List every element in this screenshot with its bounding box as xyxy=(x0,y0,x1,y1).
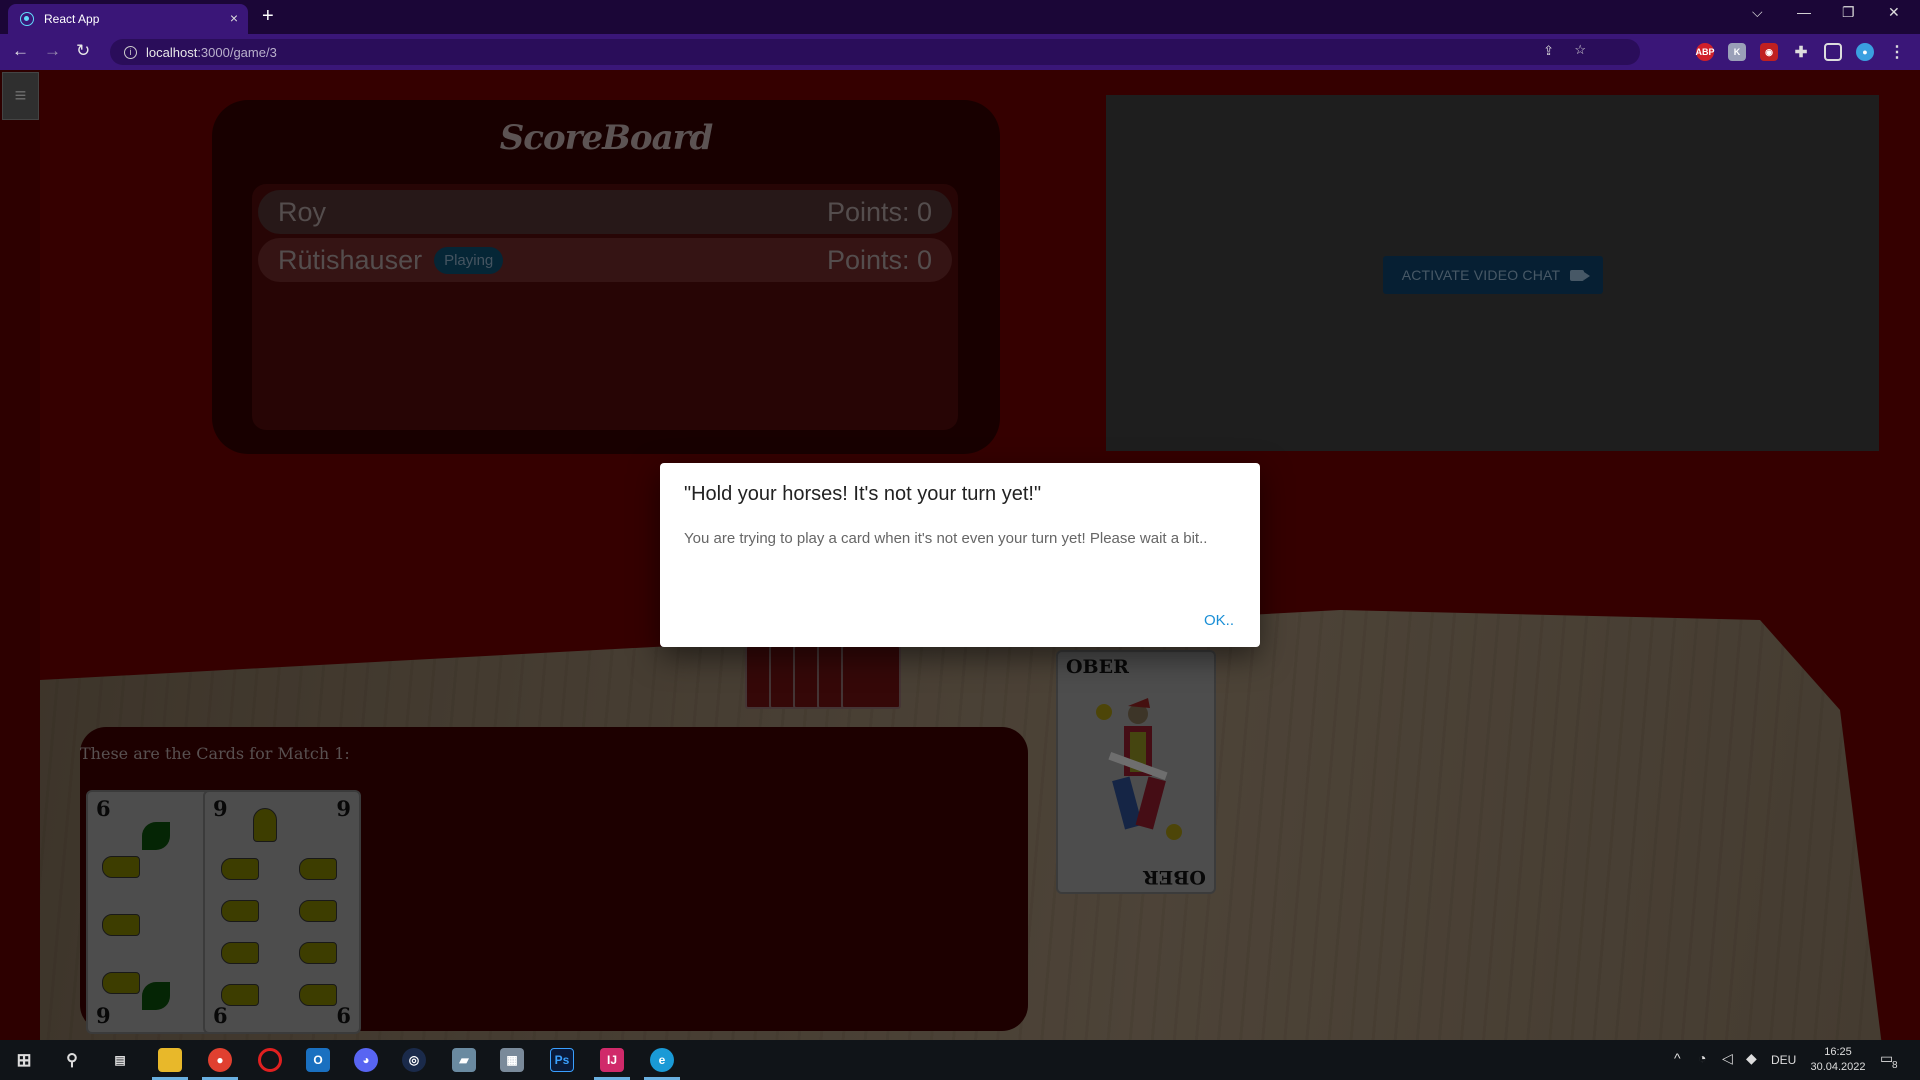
opera-icon[interactable] xyxy=(258,1048,282,1072)
ok-button[interactable]: OK.. xyxy=(1204,612,1234,629)
clock-time: 16:25 xyxy=(1824,1046,1852,1058)
dialog-message: You are trying to play a card when it's … xyxy=(684,530,1208,547)
file-explorer-icon[interactable] xyxy=(158,1048,182,1072)
abp-icon[interactable]: ABP xyxy=(1696,43,1715,61)
chrome-menu-icon[interactable]: ⋮ xyxy=(1888,43,1906,61)
chrome-icon[interactable]: ● xyxy=(208,1048,232,1072)
windows-start-icon[interactable]: ⊞ xyxy=(12,1048,36,1072)
edge-icon[interactable]: e xyxy=(650,1048,674,1072)
notes-app-icon[interactable]: ▰ xyxy=(452,1048,476,1072)
discord-icon[interactable]: ◕ xyxy=(354,1048,378,1072)
tray-chevron-icon[interactable]: ^ xyxy=(1674,1050,1681,1066)
reload-icon[interactable]: ↻ xyxy=(76,41,90,61)
forward-icon[interactable]: → xyxy=(44,41,61,61)
steam-icon[interactable]: ◎ xyxy=(402,1048,426,1072)
translate-icon[interactable]: K xyxy=(1728,43,1746,61)
dropbox-icon[interactable]: ◆ xyxy=(1746,1050,1757,1067)
browser-tab-strip: React App × + ⌵ — ❐ ✕ xyxy=(0,0,1920,34)
network-icon[interactable]: ◔ xyxy=(1698,1050,1706,1066)
windows-taskbar: ⊞ ⚲ ▤ ● O ◕ ◎ ▰ ▦ Ps IJ e ^ ◔ ◁ ◆ DEU 16… xyxy=(0,1040,1920,1080)
language-indicator[interactable]: DEU xyxy=(1771,1053,1796,1067)
browser-tab[interactable]: React App × xyxy=(8,4,248,34)
clock[interactable]: 16:25 30.04.2022 xyxy=(1810,1045,1866,1075)
dialog-title: "Hold your horses! It's not your turn ye… xyxy=(684,483,1042,505)
url-path: :3000/game/3 xyxy=(197,44,277,60)
address-bar[interactable]: i localhost:3000/game/3 ⇪ ☆ xyxy=(110,39,1640,65)
bookmark-star-icon[interactable]: ☆ xyxy=(1574,42,1586,58)
volume-icon[interactable]: ◁ xyxy=(1722,1050,1733,1067)
restore-icon[interactable]: ❐ xyxy=(1842,4,1855,21)
intellij-icon[interactable]: IJ xyxy=(600,1048,624,1072)
close-tab-icon[interactable]: × xyxy=(230,10,238,26)
search-icon[interactable]: ⚲ xyxy=(60,1048,84,1072)
close-window-icon[interactable]: ✕ xyxy=(1888,4,1900,21)
site-info-icon[interactable]: i xyxy=(124,45,137,59)
recorder-icon[interactable]: ◉ xyxy=(1760,43,1778,61)
puzzle-icon[interactable]: ✚ xyxy=(1792,43,1810,61)
app-icon[interactable]: ▦ xyxy=(500,1048,524,1072)
notification-count: 8 xyxy=(1892,1060,1898,1071)
react-icon xyxy=(20,12,34,26)
task-view-icon[interactable]: ▤ xyxy=(108,1048,132,1072)
sidepanel-icon[interactable] xyxy=(1824,43,1842,61)
url-host: localhost xyxy=(146,44,198,60)
photoshop-icon[interactable]: Ps xyxy=(550,1048,574,1072)
tab-search-icon[interactable]: ⌵ xyxy=(1752,4,1763,21)
not-your-turn-dialog: "Hold your horses! It's not your turn ye… xyxy=(660,463,1260,647)
outlook-icon[interactable]: O xyxy=(306,1048,330,1072)
new-tab-button[interactable]: + xyxy=(262,5,274,28)
share-icon[interactable]: ⇪ xyxy=(1543,43,1554,59)
browser-toolbar: ← → ↻ i localhost:3000/game/3 ⇪ ☆ ABP K … xyxy=(0,34,1920,70)
back-icon[interactable]: ← xyxy=(12,41,29,61)
minimize-icon[interactable]: — xyxy=(1797,4,1811,20)
tab-title: React App xyxy=(44,12,100,26)
clock-date: 30.04.2022 xyxy=(1810,1061,1866,1073)
profile-icon[interactable]: ● xyxy=(1856,43,1874,61)
